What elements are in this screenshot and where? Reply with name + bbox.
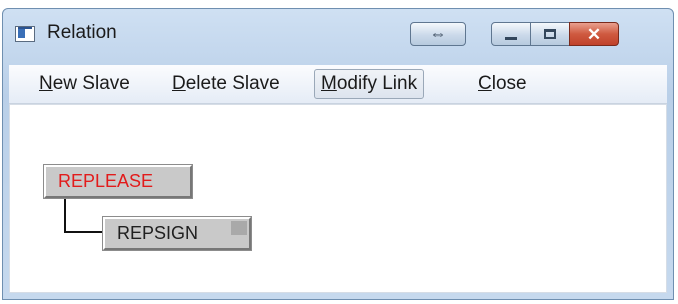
master-node-label: REPLEASE: [58, 171, 154, 191]
resize-toggle-button[interactable]: ⇔: [410, 22, 466, 46]
title-bar[interactable]: Relation ⇔ ✕: [3, 9, 673, 59]
window-title: Relation: [47, 22, 117, 43]
maximize-button[interactable]: [530, 22, 570, 46]
node-handle: [231, 221, 247, 235]
maximize-icon: [544, 29, 556, 39]
menu-label-rest: lose: [491, 73, 527, 94]
access-key: M: [321, 73, 337, 94]
menu-bar: New Slave Delete Slave Modify Link Close: [9, 65, 667, 104]
menu-label-rest: odify Link: [336, 73, 418, 94]
menu-label-rest: ew Slave: [52, 73, 130, 94]
close-window-button[interactable]: ✕: [569, 22, 619, 46]
tree-connector: [64, 198, 104, 233]
double-arrow-icon: ⇔: [429, 24, 447, 43]
minimize-icon: [505, 36, 517, 40]
menu-delete-slave[interactable]: Delete Slave: [166, 69, 286, 99]
slave-node-label: REPSIGN: [117, 223, 199, 243]
menu-label-rest: elete Slave: [185, 73, 280, 94]
menu-new-slave[interactable]: New Slave: [33, 69, 136, 99]
access-key: N: [39, 73, 53, 94]
access-key: C: [478, 73, 492, 94]
close-icon: ✕: [586, 24, 602, 44]
slave-node[interactable]: REPSIGN: [102, 216, 252, 251]
minimize-button[interactable]: [491, 22, 531, 46]
menu-modify-link[interactable]: Modify Link: [314, 69, 425, 99]
menu-close[interactable]: Close: [472, 69, 533, 99]
relation-window: Relation ⇔ ✕ New Slave Delete Slave Modi…: [2, 8, 674, 300]
access-key: D: [172, 73, 186, 94]
relation-canvas: REPLEASE REPSIGN: [9, 104, 667, 293]
master-node[interactable]: REPLEASE: [43, 164, 193, 199]
app-window-icon[interactable]: [15, 26, 35, 42]
